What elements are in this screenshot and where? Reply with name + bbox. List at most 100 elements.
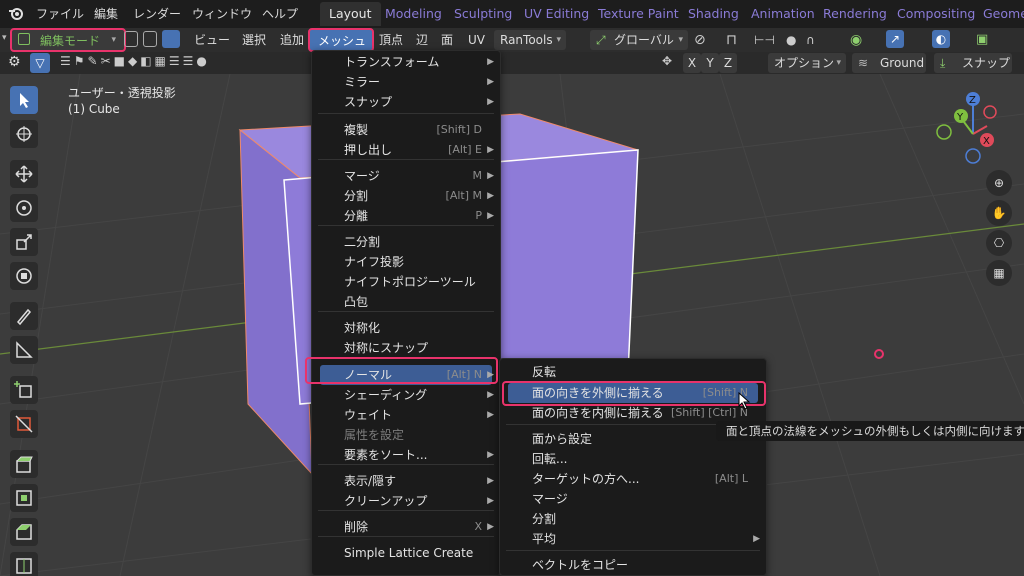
knife-tool[interactable] [10,410,38,438]
gizmo-toggle-icon[interactable]: ↗ [886,30,904,48]
tab-geometry[interactable]: Geomet [974,2,1024,26]
normals-menu-item[interactable]: 回転... [508,449,758,469]
loop-cut-tool[interactable] [10,552,38,576]
tab-shading[interactable]: Shading [679,2,748,26]
select-box-tool[interactable] [10,86,38,114]
menu-uv[interactable]: UV [468,31,485,50]
rantools-dropdown[interactable]: RanTools ▾ [494,30,566,50]
inset-tool[interactable] [10,484,38,512]
normals-menu-item[interactable]: マージ [508,489,758,509]
mesh-menu-item[interactable]: 分割 [Alt] M ▶ [320,186,494,206]
visibility-eye-icon[interactable]: ◉ [850,31,868,49]
xray-icon[interactable]: ▣ [976,31,994,49]
zoom-icon[interactable]: ⊕ [986,170,1012,196]
mesh-menu-item[interactable]: 対称にスナップ [320,338,492,358]
mesh-menu-item[interactable]: シェーディング ▶ [320,385,494,405]
menu-help[interactable]: ヘルプ [262,5,298,22]
proportional-edit-icon[interactable]: ● [786,31,804,49]
menu-mesh[interactable]: メッシュ [308,28,374,52]
vertex-select-icon[interactable] [124,31,138,47]
mesh-menu-item[interactable]: 二分割 [320,232,492,252]
tab-uv-editing[interactable]: UV Editing [515,2,598,26]
mesh-menu-item[interactable]: 複製 [Shift] D [320,120,492,140]
mesh-menu-item[interactable]: 要素をソート... ▶ [320,445,494,465]
axis-x-button[interactable]: X [683,53,701,73]
camera-icon[interactable]: ⎔ [986,230,1012,256]
mesh-menu-item[interactable]: 表示/隠す ▶ [320,471,494,491]
ground-button[interactable]: ≋ Ground [852,53,926,73]
chevron-down-icon[interactable]: ▾ [2,33,7,43]
mesh-menu-item[interactable]: クリーンアップ ▶ [320,491,494,511]
axis-y-button[interactable]: Y [701,53,719,73]
perspective-grid-icon[interactable]: ▦ [986,260,1012,286]
menu-face[interactable]: 面 [441,31,453,50]
pivot-point-icon[interactable]: ⊘ [694,31,712,49]
snap-button[interactable]: ⤓ スナップ [934,53,1012,73]
ruler-icon [16,341,33,358]
mesh-menu-item[interactable]: ナイフ投影 [320,252,492,272]
menu-render[interactable]: レンダー [133,5,181,22]
filter-icon[interactable]: ▽ [30,53,50,73]
3d-cursor-icon[interactable] [874,349,884,359]
options-dropdown[interactable]: オプション ▾ [768,53,846,73]
orientation-dropdown[interactable]: ⤢ グローバル ▾ [590,30,688,50]
mesh-menu-item[interactable]: 押し出し [Alt] E ▶ [320,140,494,160]
mesh-menu-item[interactable]: 分離 P ▶ [320,206,494,226]
blender-logo-icon[interactable] [8,5,24,21]
snap-magnet-icon[interactable]: ⊓ [726,31,744,49]
menu-add[interactable]: 追加 [280,31,304,50]
snap-increment-icon[interactable]: ⊢⊣ [754,31,775,49]
mesh-menu-item[interactable]: ミラー ▶ [320,72,494,92]
menu-window[interactable]: ウィンドウ [192,5,252,22]
menu-select[interactable]: 選択 [242,31,266,50]
transform-tool[interactable] [10,262,38,290]
pan-hand-icon[interactable]: ✋ [986,200,1012,226]
mesh-menu-item[interactable]: 凸包 [320,292,492,312]
mesh-menu-item[interactable]: Simple Lattice Create [320,543,492,563]
annotate-tool[interactable] [10,302,38,330]
gear-icon[interactable]: ⚙ [8,54,21,70]
scale-tool[interactable] [10,228,38,256]
mode-selector[interactable]: 編集モード ▾ [10,28,126,52]
mesh-menu-item[interactable]: 属性を設定 [320,425,492,445]
add-cube-tool[interactable] [10,376,38,404]
tab-rendering[interactable]: Rendering [814,2,896,26]
menu-file[interactable]: ファイル [36,5,84,22]
overlay-toggle-icon[interactable]: ◐ [932,30,950,48]
tab-layout[interactable]: Layout [320,2,381,26]
normals-menu-item[interactable]: ターゲットの方へ... [Alt] L [508,469,758,489]
normals-menu-item[interactable]: 分割 [508,509,758,529]
menu-vertex[interactable]: 頂点 [379,31,403,50]
mesh-menu-item[interactable]: 削除 X ▶ [320,517,494,537]
tab-compositing[interactable]: Compositing [888,2,984,26]
extrude-tool[interactable] [10,450,38,478]
navigation-gizmo[interactable]: Z Y X [928,88,998,166]
normals-menu-item[interactable]: 反転 [508,362,758,382]
move-tool[interactable] [10,160,38,188]
menu-edge[interactable]: 辺 [416,31,428,50]
mesh-menu-item[interactable]: スナップ ▶ [320,92,494,112]
bevel-tool[interactable] [10,518,38,546]
menu-view[interactable]: ビュー [194,31,230,50]
tab-sculpting[interactable]: Sculpting [445,2,521,26]
tab-texture-paint[interactable]: Texture Paint [589,2,688,26]
axis-z-button[interactable]: Z [719,53,737,73]
edge-select-icon[interactable] [143,31,157,47]
mesh-menu-item[interactable]: マージ M ▶ [320,166,494,186]
menu-edit[interactable]: 編集 [94,5,118,22]
toolbar-icons-group[interactable]: ☰⚑✎✂■◆◧▦☰☰● [60,54,210,68]
measure-tool[interactable] [10,336,38,364]
tab-modeling[interactable]: Modeling [376,2,451,26]
mesh-menu-item[interactable]: 対称化 [320,318,492,338]
face-select-icon[interactable] [162,30,180,48]
rotate-tool[interactable] [10,194,38,222]
mesh-menu-item[interactable]: ウェイト ▶ [320,405,494,425]
normals-menu-item[interactable]: 平均 ▶ [508,529,760,549]
mesh-menu-item[interactable]: トランスフォーム ▶ [320,52,494,72]
falloff-curve-icon[interactable]: ∩ [806,31,824,49]
normals-menu-item[interactable]: 面の向きを内側に揃える [Shift] [Ctrl] N [508,403,758,423]
tab-animation[interactable]: Animation [742,2,824,26]
normals-menu-item[interactable]: ベクトルをコピー [508,555,758,575]
cursor-tool[interactable] [10,120,38,148]
mesh-menu-item[interactable]: ナイフトポロジーツール [320,272,492,292]
